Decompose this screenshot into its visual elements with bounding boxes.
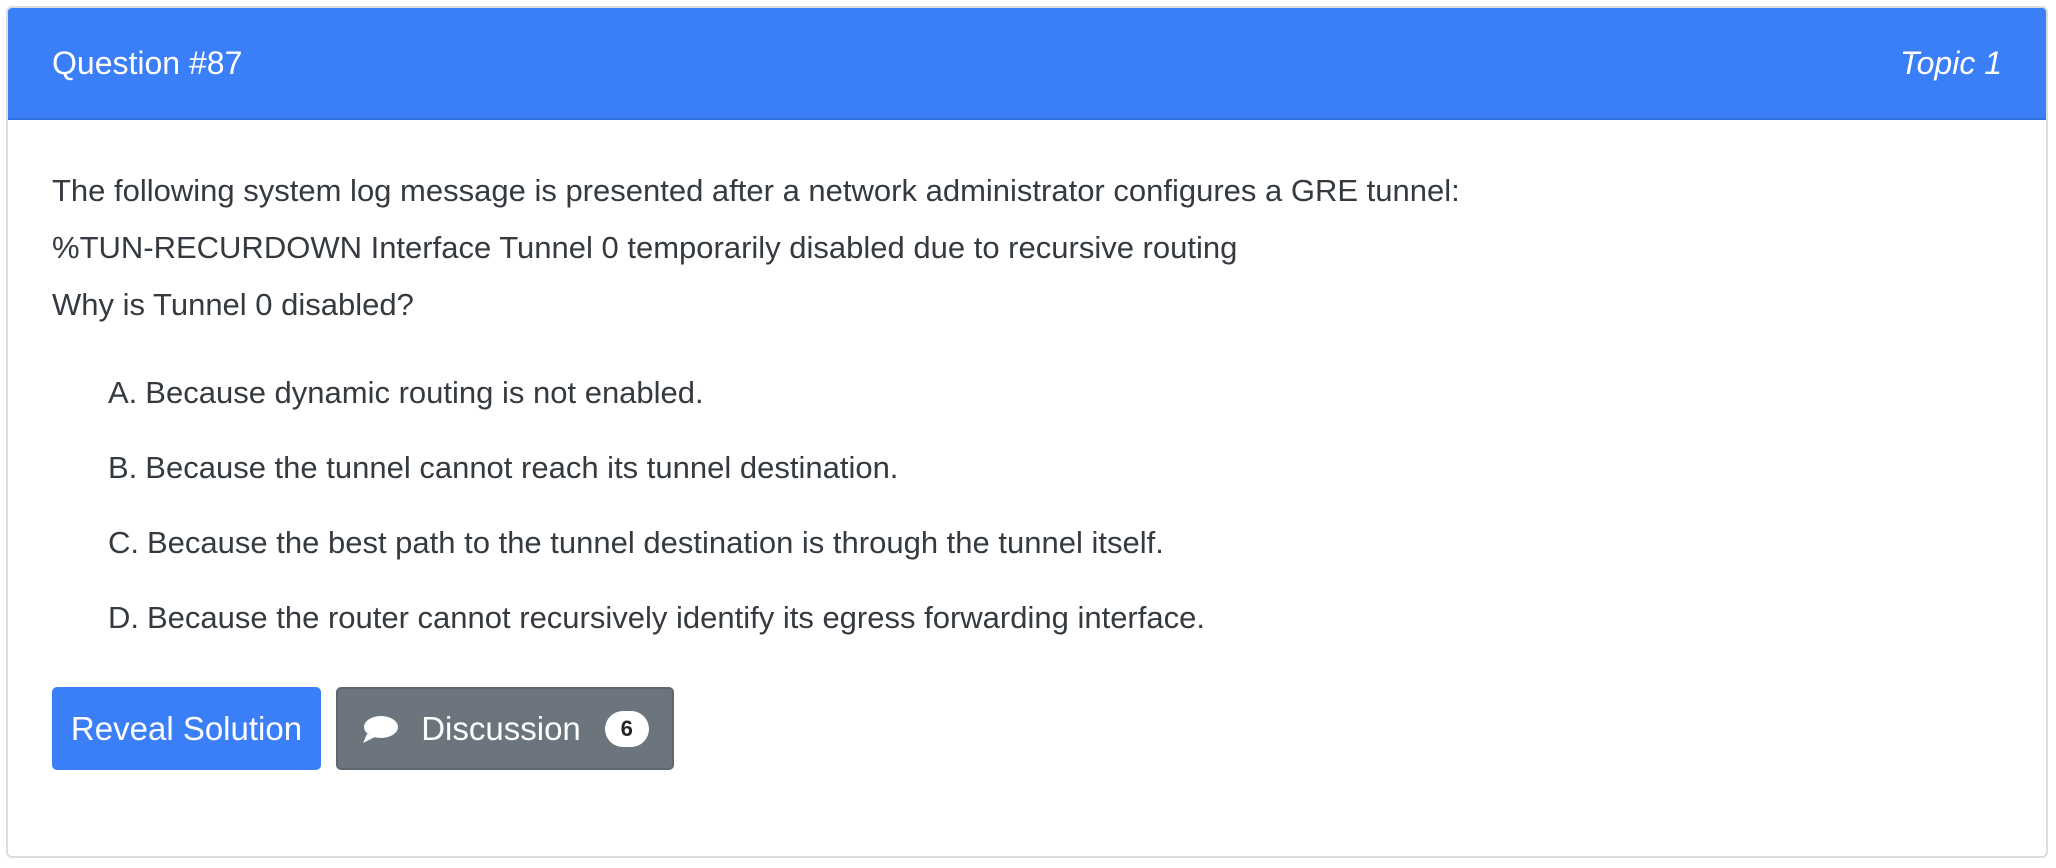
choice-a[interactable]: A. Because dynamic routing is not enabled… bbox=[108, 373, 2002, 448]
card-header: Question #87 Topic 1 bbox=[8, 8, 2046, 120]
choice-letter: C. bbox=[108, 525, 139, 560]
question-card: Question #87 Topic 1 The following syste… bbox=[6, 6, 2048, 858]
card-body: The following system log message is pres… bbox=[8, 120, 2046, 770]
choice-letter: D. bbox=[108, 600, 139, 635]
choice-text: Because the router cannot recursively id… bbox=[147, 600, 1205, 635]
choice-text: Because dynamic routing is not enabled. bbox=[145, 375, 704, 410]
chat-bubble-icon bbox=[363, 715, 399, 743]
choice-text: Because the tunnel cannot reach its tunn… bbox=[145, 450, 899, 485]
topic-label: Topic 1 bbox=[1900, 44, 2002, 81]
choice-text: Because the best path to the tunnel dest… bbox=[147, 525, 1164, 560]
question-number: Question #87 bbox=[52, 44, 243, 81]
discussion-count-badge: 6 bbox=[604, 710, 649, 747]
question-line: Why is Tunnel 0 disabled? bbox=[52, 287, 414, 322]
discussion-label: Discussion bbox=[421, 709, 581, 747]
choice-letter: A. bbox=[108, 375, 138, 410]
action-buttons: Reveal Solution Discussion 6 bbox=[52, 687, 2002, 770]
reveal-solution-button[interactable]: Reveal Solution bbox=[52, 687, 321, 770]
choice-b[interactable]: B. Because the tunnel cannot reach its tu… bbox=[108, 448, 2002, 523]
question-line: The following system log message is pres… bbox=[52, 173, 1460, 208]
choices-list: A. Because dynamic routing is not enabled… bbox=[52, 373, 2002, 673]
question-text: The following system log message is pres… bbox=[52, 162, 2002, 333]
choice-letter: B. bbox=[108, 450, 138, 485]
choice-c[interactable]: C. Because the best path to the tunnel de… bbox=[108, 523, 2002, 598]
discussion-button[interactable]: Discussion 6 bbox=[336, 687, 674, 770]
question-line: %TUN-RECURDOWN Interface Tunnel 0 tempor… bbox=[52, 230, 1238, 265]
reveal-solution-label: Reveal Solution bbox=[70, 709, 303, 747]
choice-d[interactable]: D. Because the router cannot recursively … bbox=[108, 598, 2002, 673]
